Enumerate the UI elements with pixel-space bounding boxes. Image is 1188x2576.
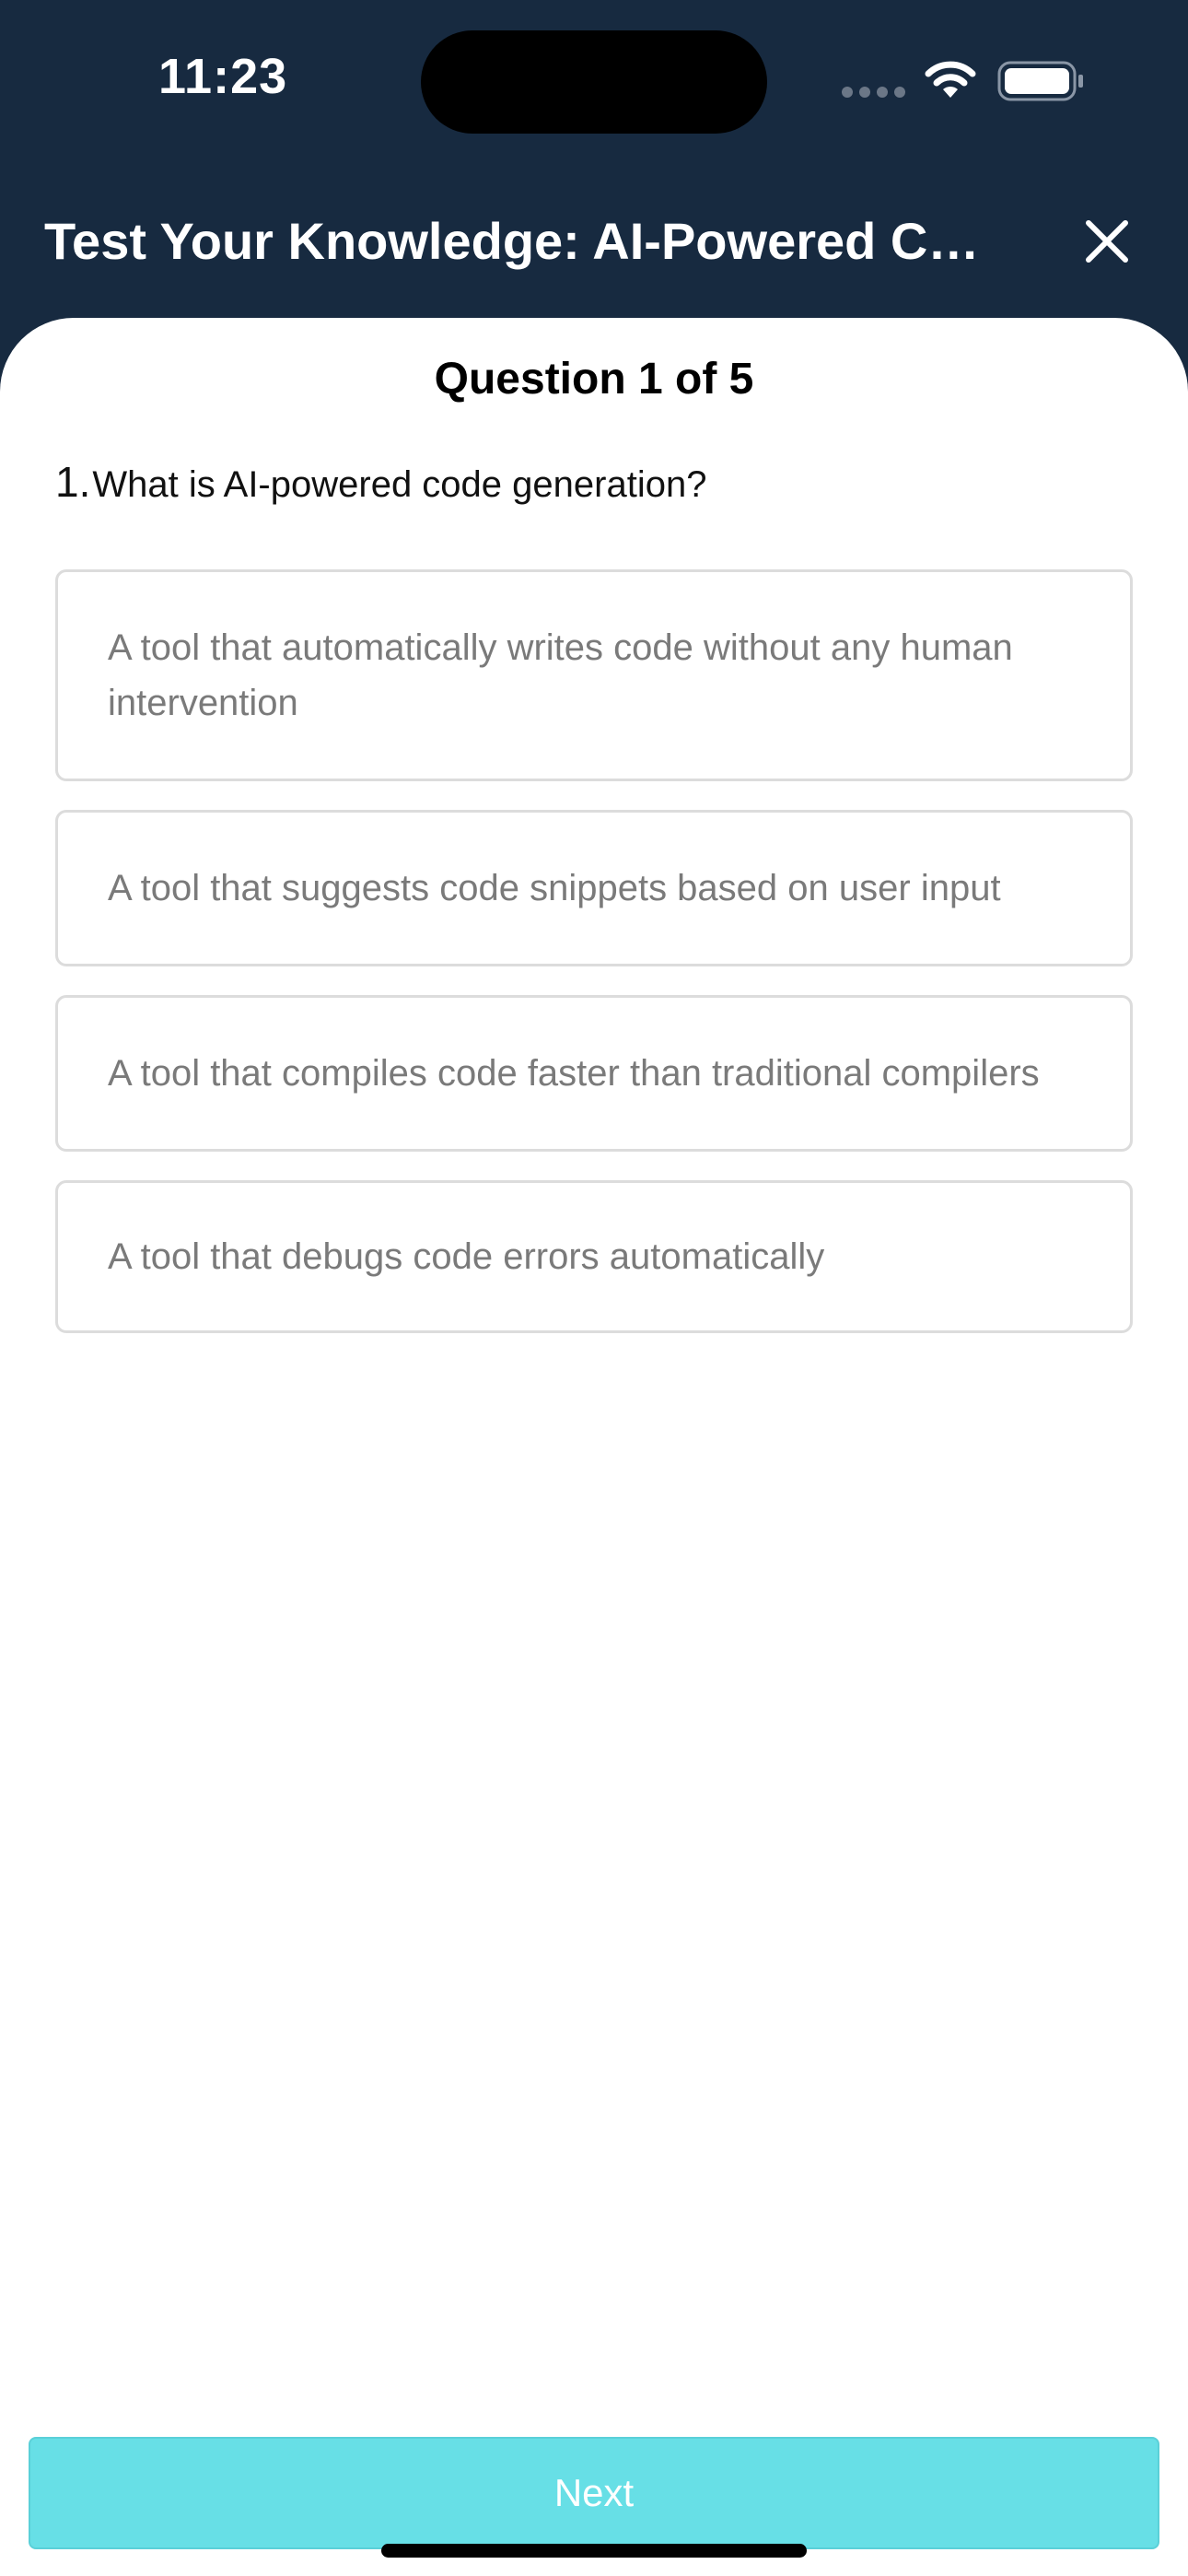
battery-icon xyxy=(997,61,1083,101)
answer-option-3[interactable]: A tool that compiles code faster than tr… xyxy=(55,995,1133,1152)
close-icon[interactable] xyxy=(1077,212,1136,271)
question-counter: Question 1 of 5 xyxy=(434,355,754,404)
status-time: 11:23 xyxy=(158,49,288,104)
wifi-icon xyxy=(925,61,976,98)
answer-option-4[interactable]: A tool that debugs code errors automatic… xyxy=(55,1180,1133,1333)
question-label: What is AI-powered code generation? xyxy=(92,464,707,505)
next-button[interactable]: Next xyxy=(29,2437,1159,2549)
page-title: Test Your Knowledge: AI-Powered Code Gen… xyxy=(44,212,984,270)
app-header: Test Your Knowledge: AI-Powered Code Gen… xyxy=(0,184,1188,304)
dynamic-island xyxy=(421,30,767,134)
status-bar: 11:23 xyxy=(0,0,1188,166)
answer-options: A tool that automatically writes code wi… xyxy=(55,569,1133,1362)
answer-option-2[interactable]: A tool that suggests code snippets based… xyxy=(55,810,1133,966)
home-indicator xyxy=(381,2544,807,2558)
question-number: 1. xyxy=(55,458,91,506)
signal-icon xyxy=(842,87,906,98)
question-text: 1.What is AI-powered code generation? xyxy=(55,454,1133,512)
quiz-sheet: Question 1 of 5 1.What is AI-powered cod… xyxy=(0,318,1188,2576)
answer-option-1[interactable]: A tool that automatically writes code wi… xyxy=(55,569,1133,781)
